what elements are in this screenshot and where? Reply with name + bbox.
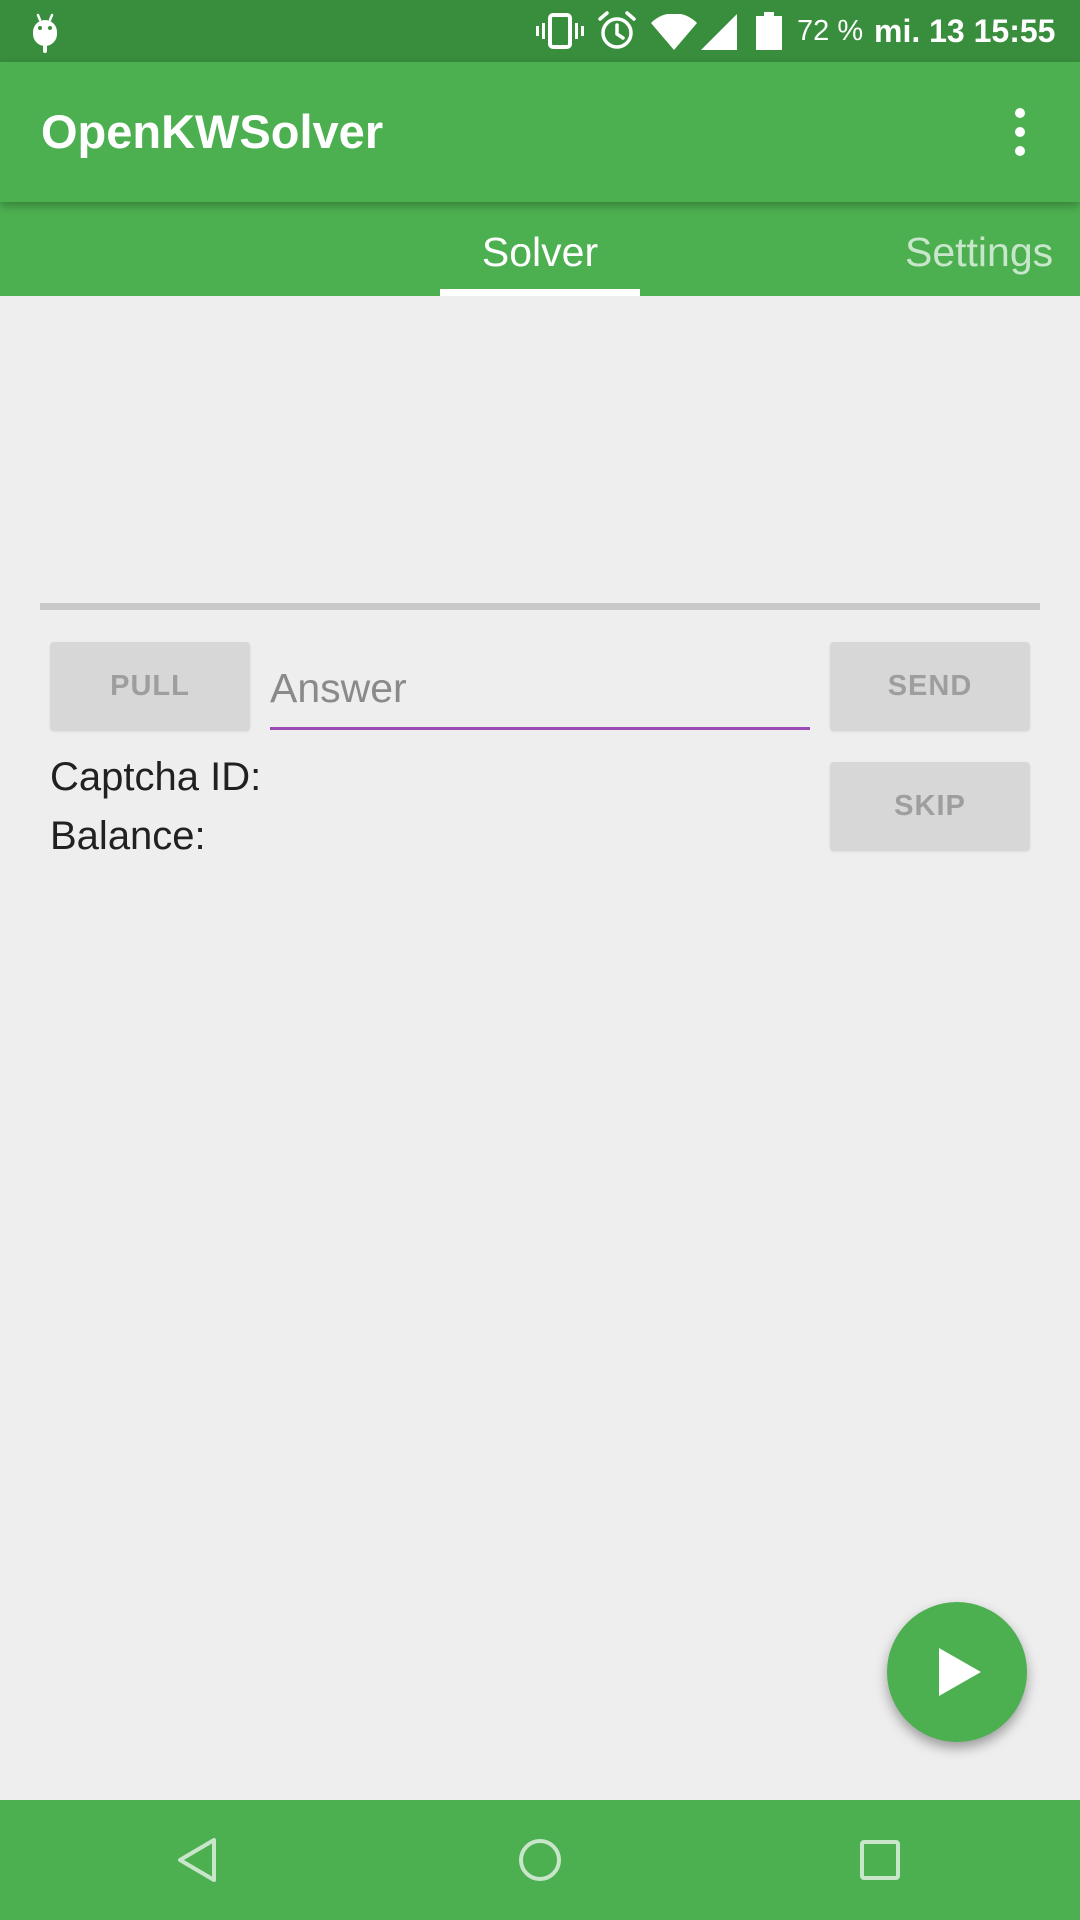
more-vert-icon[interactable]: [1000, 102, 1040, 162]
home-icon[interactable]: [510, 1830, 570, 1890]
play-icon: [939, 1648, 981, 1696]
status-clock: mi. 13 15:55: [874, 13, 1056, 49]
battery-icon: [756, 12, 782, 50]
signal-icon: [701, 14, 737, 50]
battery-percentage: 72 %: [797, 15, 864, 47]
wifi-icon: [651, 14, 697, 50]
tab-solver[interactable]: Solver: [440, 228, 640, 276]
balance-label: Balance:: [50, 814, 206, 858]
captcha-progress-bar: [40, 603, 1040, 610]
app-bar: OpenKWSolver: [0, 62, 1080, 202]
start-fab-button[interactable]: [887, 1602, 1027, 1742]
tab-bar: Solver Settings: [0, 202, 1080, 296]
captcha-image: [40, 296, 1040, 601]
vibrate-icon: [536, 13, 584, 49]
android-icon: [33, 13, 57, 53]
skip-button[interactable]: SKIP: [830, 762, 1030, 851]
alarm-icon: [598, 11, 636, 49]
send-button[interactable]: SEND: [830, 642, 1030, 731]
back-icon[interactable]: [170, 1830, 230, 1890]
navigation-bar: [0, 1800, 1080, 1920]
screen: 72 % mi. 13 15:55 OpenKWSolver Solver Se…: [0, 0, 1080, 1920]
app-title: OpenKWSolver: [41, 105, 384, 158]
answer-input[interactable]: [270, 650, 810, 730]
recents-icon[interactable]: [850, 1830, 910, 1890]
tab-settings[interactable]: Settings: [905, 228, 1053, 276]
captcha-id-label: Captcha ID:: [50, 755, 262, 799]
status-bar: 72 % mi. 13 15:55: [0, 0, 1080, 62]
pull-button[interactable]: PULL: [50, 642, 250, 731]
tab-indicator: [440, 289, 640, 296]
